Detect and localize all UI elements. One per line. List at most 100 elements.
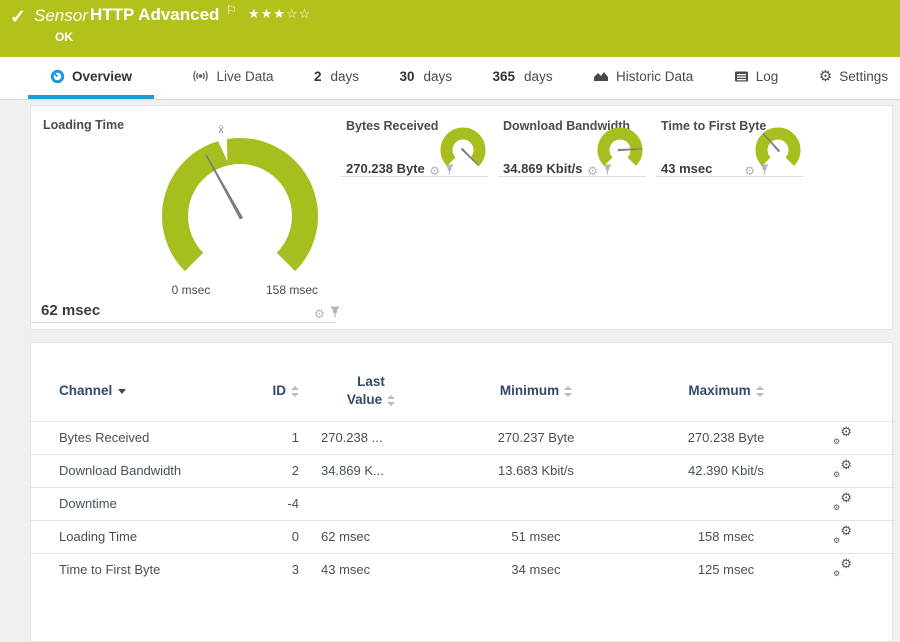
loading-time-gauge: x̄ 0 msec 158 msec (162, 124, 318, 297)
secondary-gauge-panel: Bytes Received 270.238 Byte ⚙ (341, 106, 488, 177)
channel-maximum: 158 msec (631, 519, 821, 553)
channel-minimum: 270.237 Byte (441, 420, 631, 454)
tab-label: days (423, 68, 453, 84)
gear-icon: ⚙ (818, 67, 833, 85)
channel-settings-gears-icon[interactable]: ⚙ ⚙ (833, 425, 852, 446)
broadcast-icon (191, 69, 210, 83)
tab-settings[interactable]: ⚙ Settings (815, 57, 892, 99)
flag-icon: ⚐ (226, 3, 237, 17)
column-header-minimum[interactable]: Minimum (441, 343, 631, 421)
tab-bar: Overview Live Data 2 days 30 days 365 da… (0, 57, 900, 100)
status-badge: OK (55, 30, 73, 44)
tab-365-days[interactable]: 365 days (489, 57, 557, 99)
channel-name: Loading Time (31, 519, 261, 553)
table-row: Bytes Received 1 270.238 ... 270.237 Byt… (31, 420, 894, 454)
tab-label: Live Data (216, 68, 274, 84)
channel-id: -4 (261, 486, 301, 520)
pin-icon[interactable] (445, 162, 454, 180)
channel-minimum: 34 msec (441, 552, 631, 586)
gauge-settings-gear-icon[interactable]: ⚙ (429, 165, 440, 177)
channel-maximum: 270.238 Byte (631, 420, 821, 454)
column-header-actions (821, 343, 894, 421)
sort-descending-icon (118, 389, 127, 395)
tab-label: Log (755, 68, 779, 84)
gauge-settings-gear-icon[interactable]: ⚙ (587, 165, 598, 177)
gauge-value: 34.869 Kbit/s (503, 161, 583, 176)
gauge-scale-max: 158 msec (266, 283, 318, 297)
primary-gauge-panel: Loading Time x̄ 0 msec 158 msec 62 msec … (31, 106, 339, 323)
channel-maximum (631, 486, 821, 520)
channel-id: 3 (261, 552, 301, 586)
channel-settings-gears-icon[interactable]: ⚙ ⚙ (833, 557, 852, 578)
channel-settings-gears-icon[interactable]: ⚙ ⚙ (833, 458, 852, 479)
tab-label: days (524, 68, 553, 84)
gauge-value: 62 msec (41, 302, 101, 319)
tab-number: 30 (399, 68, 415, 84)
gauge-settings-gear-icon[interactable]: ⚙ (314, 308, 325, 320)
channel-name: Download Bandwidth (31, 453, 261, 487)
channel-last-value: 270.238 ... (301, 420, 441, 454)
sort-icon (291, 386, 299, 398)
tab-overview[interactable]: Overview (28, 57, 155, 99)
column-header-id[interactable]: ID (261, 343, 301, 421)
table-row: Loading Time 0 62 msec 51 msec 158 msec … (31, 519, 894, 553)
gauge-footer-icons: ⚙ (587, 162, 612, 180)
pin-icon[interactable] (330, 305, 340, 323)
gauge-value: 270.238 Byte (346, 161, 425, 176)
pin-icon[interactable] (603, 162, 612, 180)
column-label: Minimum (499, 383, 560, 399)
channel-name: Bytes Received (31, 420, 261, 454)
sort-icon (564, 386, 573, 398)
tab-log[interactable]: Log (730, 57, 783, 99)
table-row: Time to First Byte 3 43 msec 34 msec 125… (31, 552, 894, 586)
sort-icon (387, 394, 396, 406)
channel-last-value: 43 msec (301, 552, 441, 586)
channel-maximum: 42.390 Kbit/s (631, 453, 821, 487)
pin-icon[interactable] (760, 162, 769, 180)
column-label: Value (346, 391, 383, 407)
channel-settings-gears-icon[interactable]: ⚙ ⚙ (833, 524, 852, 545)
channel-last-value: 62 msec (301, 519, 441, 553)
column-header-channel[interactable]: Channel (31, 343, 261, 421)
sort-icon (755, 386, 764, 398)
tab-live-data[interactable]: Live Data (187, 57, 278, 99)
column-label: ID (272, 383, 287, 399)
gauge-title: Loading Time (43, 118, 125, 132)
column-label: Maximum (688, 383, 751, 399)
channel-settings-gears-icon[interactable]: ⚙ ⚙ (833, 491, 852, 512)
table-row: Downtime -4 ⚙ ⚙ (31, 486, 894, 520)
table-header-row: Channel ID Last Value Minimum Maximum (31, 343, 894, 421)
tab-2-days[interactable]: 2 days (310, 57, 363, 99)
object-kind-label: Sensor (34, 6, 88, 25)
tab-30-days[interactable]: 30 days (396, 57, 457, 99)
tab-number: 2 (314, 68, 322, 84)
channels-table-panel: Channel ID Last Value Minimum Maximum By… (30, 342, 894, 642)
status-ok-check-icon: ✓ (10, 7, 26, 28)
tab-label: Overview (72, 68, 133, 84)
gauge-footer-icons: ⚙ (314, 305, 340, 323)
tab-number: 365 (492, 68, 516, 84)
sensor-title: HTTP Advanced (90, 5, 220, 24)
channel-minimum: 51 msec (441, 519, 631, 553)
secondary-gauge-panel: Time to First Byte 43 msec ⚙ (656, 106, 803, 177)
channel-maximum: 125 msec (631, 552, 821, 586)
channel-id: 0 (261, 519, 301, 553)
gauge-title: Bytes Received (346, 119, 439, 133)
gauge-arc (162, 138, 318, 272)
channel-minimum (441, 486, 631, 520)
priority-stars[interactable]: ★★★☆☆ (248, 6, 311, 22)
gauge-settings-gear-icon[interactable]: ⚙ (744, 165, 755, 177)
channel-id: 2 (261, 453, 301, 487)
gauge-icon (50, 69, 65, 84)
column-label: Last (357, 373, 385, 389)
column-header-last-value[interactable]: Last Value (301, 343, 441, 421)
gauge-footer-icons: ⚙ (429, 162, 454, 180)
gauge-footer-icons: ⚙ (744, 162, 769, 180)
area-chart-icon (593, 69, 609, 83)
channel-last-value: 34.869 K... (301, 453, 441, 487)
channel-name: Downtime (31, 486, 261, 520)
sensor-header: ✓ Sensor HTTP Advanced ⚐ ★★★☆☆ OK (0, 0, 900, 57)
tab-historic-data[interactable]: Historic Data (589, 57, 697, 99)
column-header-maximum[interactable]: Maximum (631, 343, 821, 421)
tab-label: Settings (839, 68, 888, 84)
